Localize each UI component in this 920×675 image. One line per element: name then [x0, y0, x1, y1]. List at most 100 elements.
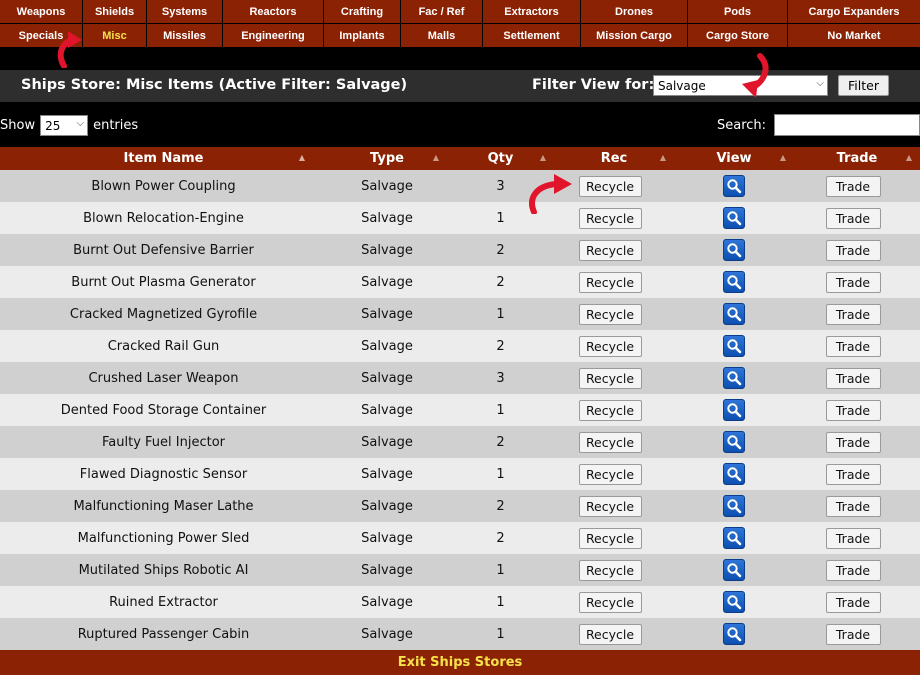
trade-button[interactable]: Trade — [825, 559, 881, 581]
item-name-cell: Burnt Out Defensive Barrier — [73, 242, 254, 258]
recycle-button[interactable]: Recycle — [578, 239, 642, 261]
table-row: Cracked Rail Gun Salvage 2 Recycle Trade — [0, 330, 920, 362]
item-type-cell: Salvage — [361, 594, 413, 610]
rec-cell: Recycle — [554, 298, 674, 330]
magnifier-icon[interactable] — [723, 591, 745, 613]
column-header-qty[interactable]: Qty ▲ — [447, 147, 554, 170]
trade-button[interactable]: Trade — [825, 495, 881, 517]
trade-button[interactable]: Trade — [825, 239, 881, 261]
chevron-down-icon: ⌵ — [816, 78, 824, 89]
trade-button[interactable]: Trade — [825, 271, 881, 293]
entries-count-value: 25 — [45, 118, 61, 133]
column-header-label: Rec — [600, 151, 628, 166]
recycle-button[interactable]: Recycle — [578, 431, 642, 453]
column-header-type[interactable]: Type ▲ — [327, 147, 447, 170]
nav-item-fac-ref[interactable]: Fac / Ref — [401, 0, 483, 23]
trade-button[interactable]: Trade — [825, 623, 881, 645]
store-title-bar: Ships Store: Misc Items (Active Filter: … — [0, 70, 920, 102]
trade-button[interactable]: Trade — [825, 399, 881, 421]
column-header-view[interactable]: View ▲ — [674, 147, 794, 170]
recycle-button[interactable]: Recycle — [578, 207, 642, 229]
nav-item-misc[interactable]: Misc — [83, 24, 147, 47]
nav-item-settlement[interactable]: Settlement — [483, 24, 581, 47]
trade-button[interactable]: Trade — [825, 207, 881, 229]
recycle-button[interactable]: Recycle — [578, 303, 642, 325]
magnifier-icon[interactable] — [723, 175, 745, 197]
magnifier-icon[interactable] — [723, 623, 745, 645]
magnifier-icon[interactable] — [723, 463, 745, 485]
nav-item-engineering[interactable]: Engineering — [223, 24, 324, 47]
magnifier-icon[interactable] — [723, 431, 745, 453]
trade-button[interactable]: Trade — [825, 431, 881, 453]
nav-item-pods[interactable]: Pods — [688, 0, 788, 23]
magnifier-icon[interactable] — [723, 207, 745, 229]
nav-item-systems[interactable]: Systems — [147, 0, 223, 23]
item-qty-cell: 2 — [496, 242, 505, 258]
table-row: Burnt Out Defensive Barrier Salvage 2 Recyc… — [0, 234, 920, 266]
recycle-button[interactable]: Recycle — [578, 271, 642, 293]
store-category-nav: Weapons Shields Systems Reactors Crafting Fac… — [0, 0, 920, 47]
nav-item-mission-cargo[interactable]: Mission Cargo — [581, 24, 688, 47]
table-row: Dented Food Storage Container Salvage 1 Rec… — [0, 394, 920, 426]
sort-both-icon: ▲ — [432, 153, 439, 162]
trade-button[interactable]: Trade — [825, 175, 881, 197]
recycle-button[interactable]: Recycle — [578, 591, 642, 613]
nav-item-crafting[interactable]: Crafting — [324, 0, 401, 23]
recycle-button[interactable]: Recycle — [578, 399, 642, 421]
trade-cell: Trade — [794, 490, 920, 522]
trade-button[interactable]: Trade — [825, 463, 881, 485]
magnifier-icon[interactable] — [723, 495, 745, 517]
recycle-button[interactable]: Recycle — [578, 175, 642, 197]
recycle-button[interactable]: Recycle — [578, 495, 642, 517]
search-input[interactable] — [774, 114, 920, 136]
magnifier-icon[interactable] — [723, 271, 745, 293]
nav-item-implants[interactable]: Implants — [324, 24, 401, 47]
recycle-button[interactable]: Recycle — [578, 623, 642, 645]
entries-count-select[interactable]: 25 ⌵ — [40, 115, 89, 136]
item-name-cell: Malfunctioning Power Sled — [77, 530, 250, 546]
view-cell — [674, 522, 794, 554]
trade-cell: Trade — [794, 362, 920, 394]
show-label: Show — [0, 118, 36, 133]
magnifier-icon[interactable] — [723, 335, 745, 357]
trade-button[interactable]: Trade — [825, 303, 881, 325]
nav-item-cargo-store[interactable]: Cargo Store — [688, 24, 788, 47]
nav-item-missiles[interactable]: Missiles — [147, 24, 223, 47]
item-type-cell: Salvage — [361, 178, 413, 194]
filter-view-select[interactable]: Salvage ⌵ — [653, 75, 828, 96]
rec-cell: Recycle — [554, 234, 674, 266]
nav-item-weapons[interactable]: Weapons — [0, 0, 83, 23]
item-qty-cell: 1 — [496, 306, 505, 322]
magnifier-icon[interactable] — [723, 399, 745, 421]
nav-item-extractors[interactable]: Extractors — [483, 0, 581, 23]
trade-button[interactable]: Trade — [825, 591, 881, 613]
rec-cell: Recycle — [554, 266, 674, 298]
nav-item-shields[interactable]: Shields — [83, 0, 147, 23]
nav-item-specials[interactable]: Specials — [0, 24, 83, 47]
recycle-button[interactable]: Recycle — [578, 527, 642, 549]
magnifier-icon[interactable] — [723, 559, 745, 581]
trade-button[interactable]: Trade — [825, 367, 881, 389]
column-header-item-name[interactable]: Item Name ▲ — [0, 147, 327, 170]
recycle-button[interactable]: Recycle — [578, 463, 642, 485]
magnifier-icon[interactable] — [723, 239, 745, 261]
nav-item-reactors[interactable]: Reactors — [223, 0, 324, 23]
magnifier-icon[interactable] — [723, 527, 745, 549]
view-cell — [674, 234, 794, 266]
nav-item-no-market[interactable]: No Market — [788, 24, 920, 47]
filter-button[interactable]: Filter — [838, 75, 889, 96]
exit-ships-stores-link[interactable]: Exit Ships Stores — [0, 650, 920, 675]
nav-item-cargo-expanders[interactable]: Cargo Expanders — [788, 0, 920, 23]
column-header-rec[interactable]: Rec ▲ — [554, 147, 674, 170]
trade-button[interactable]: Trade — [825, 527, 881, 549]
column-header-trade[interactable]: Trade ▲ — [794, 147, 920, 170]
trade-button[interactable]: Trade — [825, 335, 881, 357]
recycle-button[interactable]: Recycle — [578, 559, 642, 581]
recycle-button[interactable]: Recycle — [578, 335, 642, 357]
nav-item-malls[interactable]: Malls — [401, 24, 483, 47]
magnifier-icon[interactable] — [723, 367, 745, 389]
recycle-button[interactable]: Recycle — [578, 367, 642, 389]
nav-item-drones[interactable]: Drones — [581, 0, 688, 23]
magnifier-icon[interactable] — [723, 303, 745, 325]
column-header-label: Type — [370, 151, 404, 166]
